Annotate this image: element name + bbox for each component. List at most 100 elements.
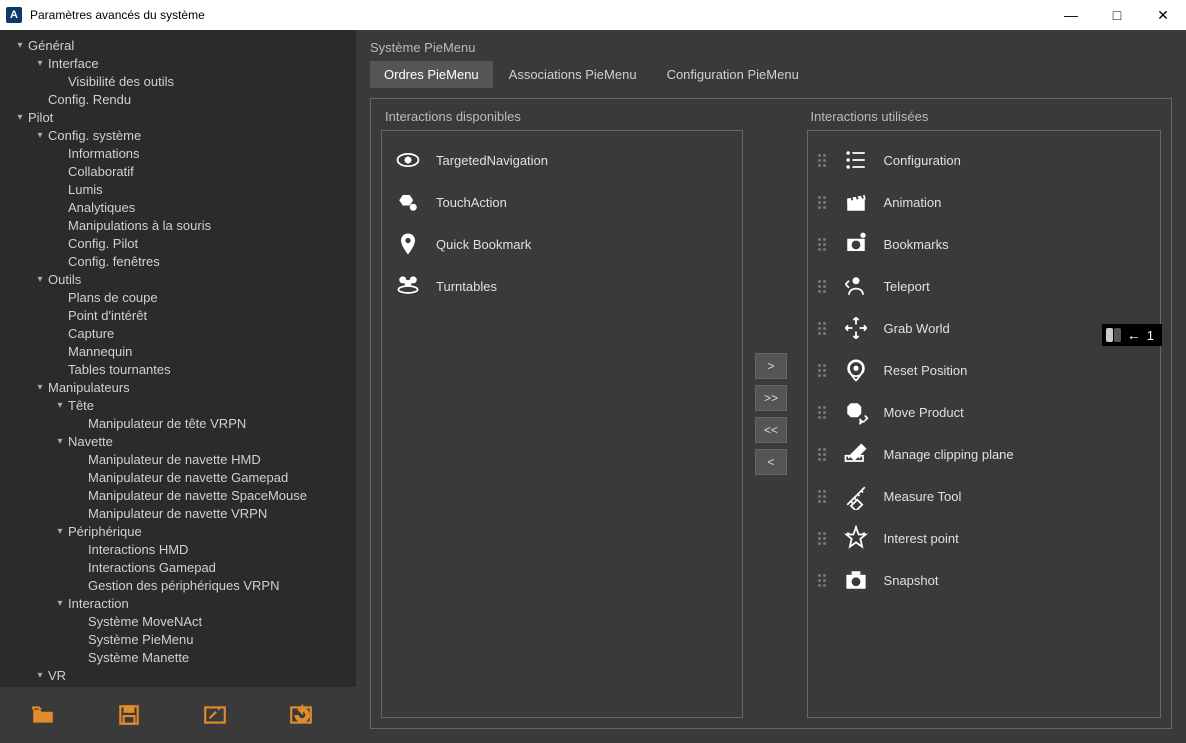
drag-handle-icon[interactable] [818,406,828,419]
wand-button[interactable] [172,687,258,743]
tree-item[interactable]: Capture [0,324,356,342]
tree-item[interactable]: ▾Général [0,36,356,54]
tree-item[interactable]: Visibilité des outils [0,72,356,90]
tree-item[interactable]: Collaboratif [0,162,356,180]
joycon-icon [1106,328,1121,342]
teleport-icon [840,270,872,302]
tree-item[interactable]: Manipulateur de navette HMD [0,450,356,468]
add-all-button[interactable]: >> [755,385,787,411]
list-item-label: Quick Bookmark [436,237,531,252]
remove-button[interactable]: < [755,449,787,475]
drag-handle-icon[interactable] [818,322,828,335]
list-item[interactable]: Reset Position [812,349,1156,391]
tree-item[interactable]: Interactions HMD [0,540,356,558]
close-button[interactable]: ✕ [1140,0,1186,30]
tree-item[interactable]: Manipulateur de tête VRPN [0,414,356,432]
drag-handle-icon[interactable] [818,532,828,545]
title-bar: A Paramètres avancés du système — □ ✕ [0,0,1186,30]
tab[interactable]: Associations PieMenu [495,61,651,88]
tree-item[interactable]: Tables tournantes [0,360,356,378]
list-item[interactable]: Move Product [812,391,1156,433]
tree-item[interactable]: Mannequin [0,342,356,360]
tree-item[interactable]: Système Manette [0,648,356,666]
tree-item[interactable]: Manipulations à la souris [0,216,356,234]
drag-handle-icon[interactable] [818,364,828,377]
drag-handle-icon[interactable] [818,574,828,587]
available-list[interactable]: TargetedNavigation TouchAction Quick Bookm… [381,130,743,718]
arrow-left-icon: ← [1127,327,1141,343]
add-button[interactable]: > [755,353,787,379]
list-item[interactable]: Configuration [812,139,1156,181]
list-item[interactable]: Quick Bookmark [386,223,738,265]
tree-item[interactable]: Manipulateur de navette SpaceMouse [0,486,356,504]
transfer-buttons: > >> << < [755,353,787,475]
drag-handle-icon[interactable] [818,196,828,209]
list-item[interactable]: Manage clipping plane [812,433,1156,475]
available-title: Interactions disponibles [385,109,743,124]
tree-item[interactable]: Analytiques [0,198,356,216]
ruler-pen-icon [840,438,872,470]
list-item-label: Reset Position [884,363,968,378]
list-item[interactable]: Snapshot [812,559,1156,601]
list-item[interactable]: Measure Tool [812,475,1156,517]
tree-item[interactable]: Interactions Gamepad [0,558,356,576]
tab[interactable]: Configuration PieMenu [653,61,813,88]
list-item-label: Bookmarks [884,237,949,252]
tree-item[interactable]: Manipulateur de navette Gamepad [0,468,356,486]
list-item[interactable]: Teleport [812,265,1156,307]
tree-item[interactable]: Informations [0,144,356,162]
tree-item[interactable]: ▾Config. système [0,126,356,144]
tree-item[interactable]: Plans de coupe [0,288,356,306]
list-item-label: Move Product [884,405,964,420]
tree-item[interactable]: ▾Tête [0,396,356,414]
pin-icon [392,228,424,260]
tree-item[interactable]: ▾Navette [0,432,356,450]
tree-item[interactable]: ▾Interface [0,54,356,72]
drag-handle-icon[interactable] [818,490,828,503]
tree-item[interactable]: ▾Interaction [0,594,356,612]
list-item[interactable]: Animation [812,181,1156,223]
list-item[interactable]: Turntables [386,265,738,307]
minimize-button[interactable]: — [1048,0,1094,30]
list-icon [840,144,872,176]
tree-item[interactable]: Point d'intérêt [0,306,356,324]
tree-item[interactable]: ▾Périphérique [0,522,356,540]
app-icon: A [6,7,22,23]
list-item-label: Grab World [884,321,950,336]
drag-handle-icon[interactable] [818,448,828,461]
tree-item[interactable]: Système PieMenu [0,630,356,648]
tree-item[interactable]: Config. Pilot [0,234,356,252]
open-button[interactable] [0,687,86,743]
list-item[interactable]: Interest point [812,517,1156,559]
tree-item[interactable]: Système MoveNAct [0,612,356,630]
tab[interactable]: Ordres PieMenu [370,61,493,88]
tree-item[interactable]: Manipulateur de navette VRPN [0,504,356,522]
list-item[interactable]: TargetedNavigation [386,139,738,181]
drag-handle-icon[interactable] [818,154,828,167]
tree-item[interactable]: ▾VR [0,666,356,684]
list-item[interactable]: TouchAction [386,181,738,223]
tab-bar: Ordres PieMenuAssociations PieMenuConfig… [370,61,1172,88]
tree-item[interactable]: ▾Outils [0,270,356,288]
settings-tree[interactable]: ▾Général▾InterfaceVisibilité des outilsC… [0,30,356,687]
list-item-label: Turntables [436,279,497,294]
used-list[interactable]: Configuration Animation Bookmarks Teleport G… [807,130,1161,718]
snapshot-icon [840,564,872,596]
tree-item[interactable]: Config. Rendu [0,90,356,108]
tree-item[interactable]: ▾Manipulateurs [0,378,356,396]
sidebar: ▾Général▾InterfaceVisibilité des outilsC… [0,30,356,743]
save-button[interactable] [86,687,172,743]
remove-all-button[interactable]: << [755,417,787,443]
drag-handle-icon[interactable] [818,238,828,251]
tree-item[interactable]: Config. fenêtres [0,252,356,270]
list-item-label: TargetedNavigation [436,153,548,168]
sidebar-toolbar [0,687,356,743]
tree-item[interactable]: ▾Pilot [0,108,356,126]
maximize-button[interactable]: □ [1094,0,1140,30]
list-item[interactable]: Bookmarks [812,223,1156,265]
tree-item[interactable]: Gestion des périphériques VRPN [0,576,356,594]
drag-handle-icon[interactable] [818,280,828,293]
tree-item[interactable]: Lumis [0,180,356,198]
list-item-label: Configuration [884,153,961,168]
reload-button[interactable] [258,687,344,743]
